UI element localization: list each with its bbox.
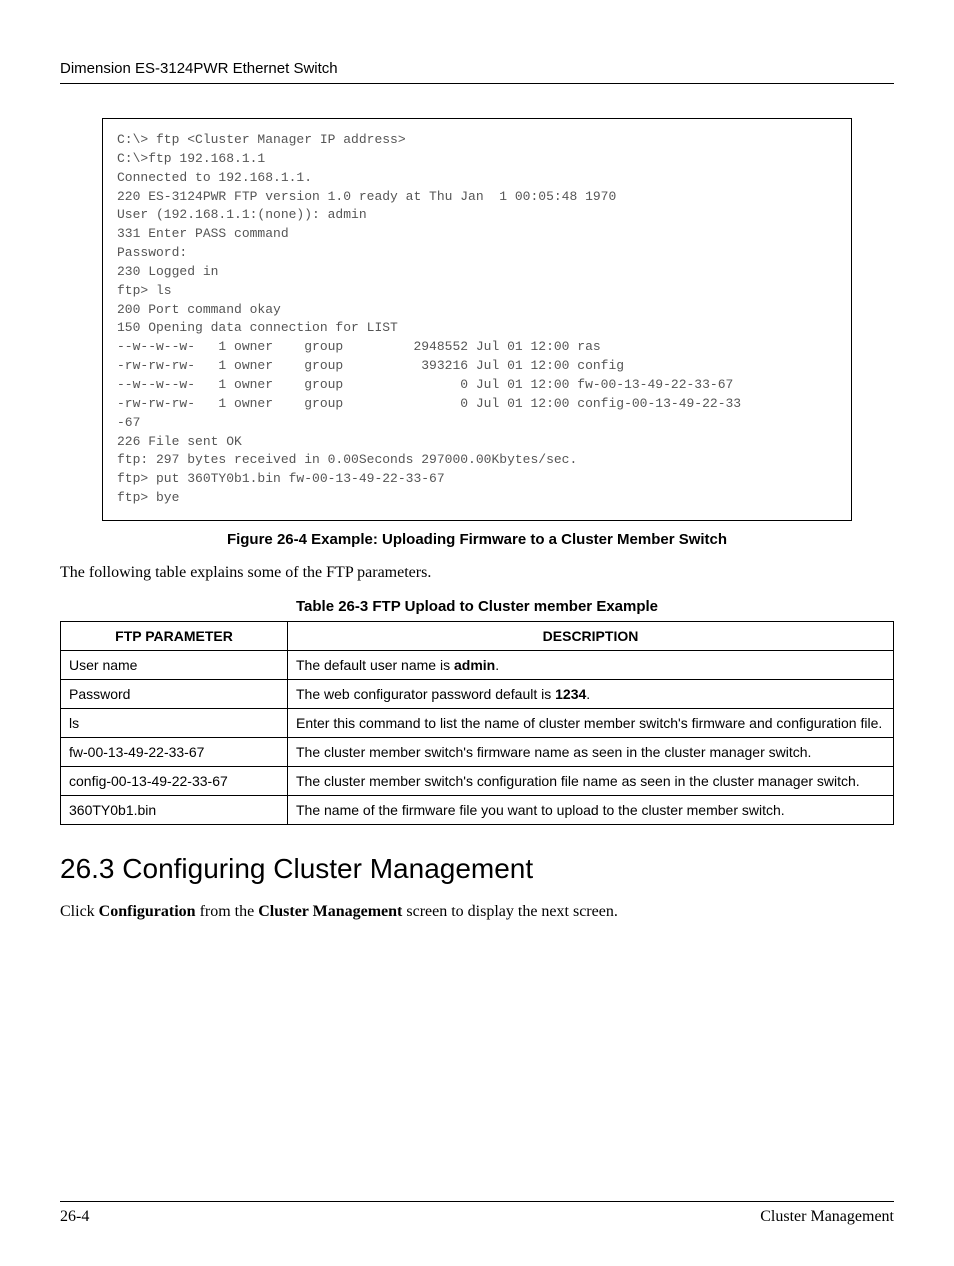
table-header-desc: DESCRIPTION	[288, 621, 894, 650]
section-title: Configuring Cluster Management	[122, 853, 533, 884]
table-row: Password The web configurator password d…	[61, 679, 894, 708]
page-header: Dimension ES-3124PWR Ethernet Switch	[60, 60, 894, 84]
ftp-parameters-table: FTP PARAMETER DESCRIPTION User name The …	[60, 621, 894, 825]
section-heading: 26.3 Configuring Cluster Management	[60, 853, 894, 885]
table-cell-desc: The default user name is admin.	[288, 650, 894, 679]
table-cell-param: Password	[61, 679, 288, 708]
footer-section-name: Cluster Management	[760, 1208, 894, 1226]
figure-caption: Figure 26-4 Example: Uploading Firmware …	[60, 531, 894, 548]
desc-text: The cluster member switch's firmware nam…	[296, 744, 811, 760]
header-title-text: Dimension ES-3124PWR Ethernet Switch	[60, 60, 338, 77]
section-body: Click Configuration from the Cluster Man…	[60, 903, 894, 921]
table-cell-desc: The cluster member switch's firmware nam…	[288, 737, 894, 766]
table-cell-desc: The web configurator password default is…	[288, 679, 894, 708]
body-bold: Configuration	[99, 903, 196, 920]
desc-text: The default user name is	[296, 657, 454, 673]
table-row: fw-00-13-49-22-33-67 The cluster member …	[61, 737, 894, 766]
desc-text: The name of the firmware file you want t…	[296, 802, 785, 818]
table-cell-desc: The name of the firmware file you want t…	[288, 795, 894, 824]
table-cell-param: config-00-13-49-22-33-67	[61, 766, 288, 795]
table-row: ls Enter this command to list the name o…	[61, 708, 894, 737]
body-text: screen to display the next screen.	[402, 903, 617, 920]
desc-bold: admin	[454, 657, 495, 673]
intro-paragraph: The following table explains some of the…	[60, 564, 894, 582]
code-block: C:\> ftp <Cluster Manager IP address> C:…	[102, 118, 852, 521]
desc-text: .	[586, 686, 590, 702]
page-footer: 26-4 Cluster Management	[60, 1201, 894, 1226]
table-cell-param: User name	[61, 650, 288, 679]
table-cell-desc: Enter this command to list the name of c…	[288, 708, 894, 737]
section-number: 26.3	[60, 853, 115, 884]
table-cell-desc: The cluster member switch's configuratio…	[288, 766, 894, 795]
desc-text: .	[495, 657, 499, 673]
body-text: from the	[196, 903, 259, 920]
table-caption: Table 26-3 FTP Upload to Cluster member …	[60, 598, 894, 615]
table-header-row: FTP PARAMETER DESCRIPTION	[61, 621, 894, 650]
desc-text: Enter this command to list the name of c…	[296, 715, 882, 731]
footer-page-number: 26-4	[60, 1208, 89, 1226]
table-cell-param: ls	[61, 708, 288, 737]
table-cell-param: 360TY0b1.bin	[61, 795, 288, 824]
body-text: Click	[60, 903, 99, 920]
table-cell-param: fw-00-13-49-22-33-67	[61, 737, 288, 766]
desc-bold: 1234	[555, 686, 586, 702]
table-header-param: FTP PARAMETER	[61, 621, 288, 650]
desc-text: The cluster member switch's configuratio…	[296, 773, 860, 789]
body-bold: Cluster Management	[258, 903, 402, 920]
table-row: 360TY0b1.bin The name of the firmware fi…	[61, 795, 894, 824]
desc-text: The web configurator password default is	[296, 686, 555, 702]
table-row: config-00-13-49-22-33-67 The cluster mem…	[61, 766, 894, 795]
table-row: User name The default user name is admin…	[61, 650, 894, 679]
